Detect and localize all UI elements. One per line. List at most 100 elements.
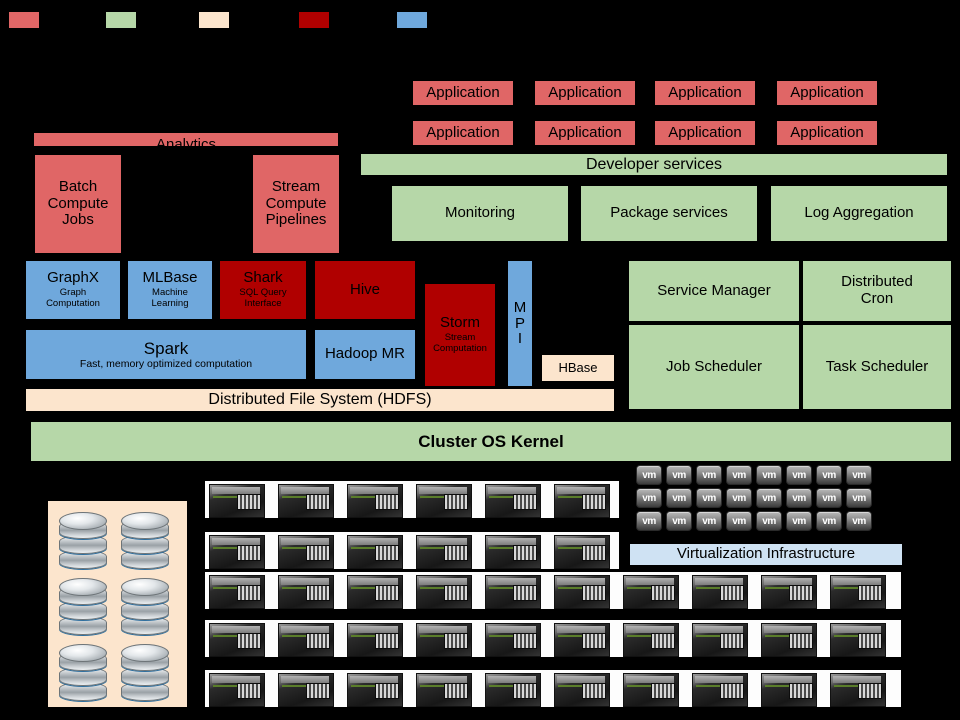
server-icon[interactable]	[416, 673, 472, 707]
vm-icon[interactable]: vm	[786, 511, 812, 531]
application-box[interactable]: Application	[533, 119, 637, 147]
vm-icon[interactable]: vm	[846, 488, 872, 508]
spark-box[interactable]: Spark Fast, memory optimized computation	[24, 328, 308, 381]
server-icon[interactable]	[554, 673, 610, 707]
server-icon[interactable]	[278, 535, 334, 569]
package-services-box[interactable]: Package services	[579, 184, 759, 243]
server-icon[interactable]	[416, 575, 472, 609]
server-icon[interactable]	[692, 575, 748, 609]
graphx-box[interactable]: GraphX Graph Computation	[24, 259, 122, 321]
server-icon[interactable]	[347, 535, 403, 569]
vm-icon[interactable]: vm	[786, 488, 812, 508]
server-icon[interactable]	[416, 484, 472, 518]
server-icon[interactable]	[692, 623, 748, 657]
vm-icon[interactable]: vm	[696, 488, 722, 508]
server-icon[interactable]	[554, 623, 610, 657]
application-box[interactable]: Application	[533, 79, 637, 107]
server-icon[interactable]	[347, 673, 403, 707]
server-icon[interactable]	[209, 484, 265, 518]
server-icon[interactable]	[623, 623, 679, 657]
database-icon[interactable]	[59, 578, 107, 635]
server-icon[interactable]	[485, 623, 541, 657]
application-box[interactable]: Application	[653, 79, 757, 107]
cluster-os-kernel-bar[interactable]: Cluster OS Kernel	[29, 420, 953, 463]
server-icon[interactable]	[554, 484, 610, 518]
vm-icon[interactable]: vm	[846, 465, 872, 485]
mpi-box[interactable]: MPI	[506, 259, 534, 388]
vm-icon[interactable]: vm	[786, 465, 812, 485]
database-icon[interactable]	[121, 512, 169, 569]
shark-box[interactable]: Shark SQL Query Interface	[218, 259, 308, 321]
storm-box[interactable]: Storm Stream Computation	[423, 282, 497, 388]
vm-icon[interactable]: vm	[726, 465, 752, 485]
database-icon[interactable]	[121, 578, 169, 635]
vm-icon[interactable]: vm	[636, 488, 662, 508]
server-icon[interactable]	[278, 484, 334, 518]
server-icon[interactable]	[278, 673, 334, 707]
vm-icon[interactable]: vm	[816, 465, 842, 485]
mlbase-box[interactable]: MLBase Machine Learning	[126, 259, 214, 321]
server-icon[interactable]	[485, 575, 541, 609]
server-icon[interactable]	[485, 673, 541, 707]
server-icon[interactable]	[623, 575, 679, 609]
monitoring-box[interactable]: Monitoring	[390, 184, 570, 243]
hive-box[interactable]: Hive	[313, 259, 417, 321]
application-box[interactable]: Application	[775, 79, 879, 107]
vm-icon[interactable]: vm	[756, 511, 782, 531]
server-icon[interactable]	[347, 484, 403, 518]
server-icon[interactable]	[347, 623, 403, 657]
vm-icon[interactable]: vm	[666, 511, 692, 531]
vm-icon[interactable]: vm	[666, 488, 692, 508]
vm-icon[interactable]: vm	[696, 511, 722, 531]
database-icon[interactable]	[59, 512, 107, 569]
server-icon[interactable]	[761, 673, 817, 707]
application-box[interactable]: Application	[411, 119, 515, 147]
server-icon[interactable]	[623, 673, 679, 707]
vm-icon[interactable]: vm	[816, 511, 842, 531]
server-icon[interactable]	[278, 623, 334, 657]
application-box[interactable]: Application	[775, 119, 879, 147]
vm-icon[interactable]: vm	[756, 488, 782, 508]
server-icon[interactable]	[209, 535, 265, 569]
server-icon[interactable]	[416, 623, 472, 657]
server-icon[interactable]	[830, 673, 886, 707]
vm-icon[interactable]: vm	[846, 511, 872, 531]
batch-compute-jobs[interactable]: Batch Compute Jobs	[33, 153, 123, 255]
server-icon[interactable]	[485, 535, 541, 569]
task-scheduler-box[interactable]: Task Scheduler	[801, 323, 953, 411]
distributed-cron-box[interactable]: Distributed Cron	[801, 259, 953, 323]
server-icon[interactable]	[692, 673, 748, 707]
vm-icon[interactable]: vm	[666, 465, 692, 485]
vm-icon[interactable]: vm	[636, 465, 662, 485]
application-box[interactable]: Application	[653, 119, 757, 147]
server-icon[interactable]	[485, 484, 541, 518]
server-icon[interactable]	[278, 575, 334, 609]
server-icon[interactable]	[761, 623, 817, 657]
server-icon[interactable]	[554, 535, 610, 569]
server-icon[interactable]	[416, 535, 472, 569]
server-icon[interactable]	[830, 575, 886, 609]
server-icon[interactable]	[554, 575, 610, 609]
application-box[interactable]: Application	[411, 79, 515, 107]
vm-icon[interactable]: vm	[726, 511, 752, 531]
server-icon[interactable]	[830, 623, 886, 657]
hbase-box[interactable]: HBase	[540, 353, 616, 383]
server-icon[interactable]	[761, 575, 817, 609]
stream-compute-pipelines[interactable]: Stream Compute Pipelines	[251, 153, 341, 255]
server-icon[interactable]	[347, 575, 403, 609]
server-icon[interactable]	[209, 575, 265, 609]
hdfs-bar[interactable]: Distributed File System (HDFS)	[24, 387, 616, 413]
virtualization-infrastructure-bar[interactable]: Virtualization Infrastructure	[628, 542, 904, 567]
log-aggregation-box[interactable]: Log Aggregation	[769, 184, 949, 243]
vm-icon[interactable]: vm	[636, 511, 662, 531]
vm-icon[interactable]: vm	[726, 488, 752, 508]
hadoop-mr-box[interactable]: Hadoop MR	[313, 328, 417, 381]
service-manager-box[interactable]: Service Manager	[627, 259, 801, 323]
database-icon[interactable]	[59, 644, 107, 701]
database-icon[interactable]	[121, 644, 169, 701]
vm-icon[interactable]: vm	[696, 465, 722, 485]
server-icon[interactable]	[209, 673, 265, 707]
job-scheduler-box[interactable]: Job Scheduler	[627, 323, 801, 411]
server-icon[interactable]	[209, 623, 265, 657]
vm-icon[interactable]: vm	[756, 465, 782, 485]
